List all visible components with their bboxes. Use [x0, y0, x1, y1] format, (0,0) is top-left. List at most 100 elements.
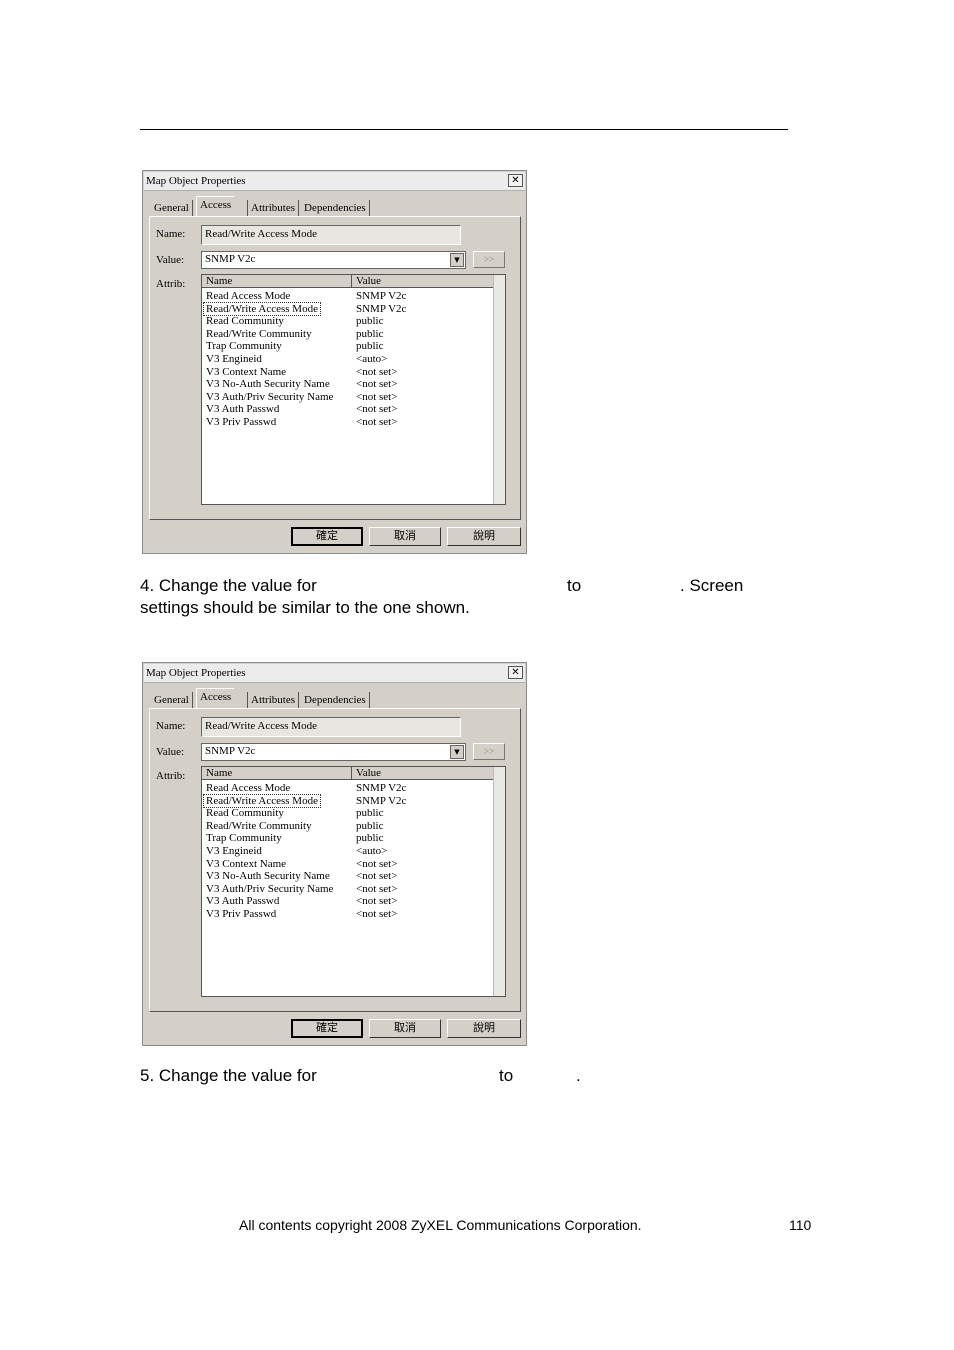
item-value: <not set>: [356, 390, 398, 403]
chevron-down-icon[interactable]: ▼: [450, 745, 464, 759]
ok-button[interactable]: 確定: [291, 527, 363, 546]
help-button[interactable]: 說明: [447, 527, 521, 546]
dialog-title: Map Object Properties: [146, 175, 246, 187]
chevron-down-icon[interactable]: ▼: [450, 253, 464, 267]
list-item[interactable]: V3 Auth/Priv Security Name <not set>: [202, 391, 493, 404]
step-4-line-2: settings should be similar to the one sh…: [140, 598, 470, 617]
item-value: public: [356, 819, 384, 832]
map-object-properties-dialog: Map Object Properties ✕ General Access A…: [142, 170, 527, 554]
page-number: 110: [789, 1217, 812, 1233]
item-value: SNMP V2c: [356, 302, 407, 315]
item-value: <auto>: [356, 352, 388, 365]
item-value: public: [356, 340, 384, 353]
attrib-label: Attrib:: [156, 278, 186, 290]
item-name: Read/Write Community: [206, 819, 312, 832]
list-item[interactable]: Read/Write Community public: [202, 820, 493, 833]
list-item[interactable]: Read Community public: [202, 807, 493, 820]
item-value: <auto>: [356, 844, 388, 857]
value-label: Value:: [156, 254, 185, 266]
column-header-value[interactable]: Value: [352, 275, 495, 288]
map-object-properties-dialog: Map Object Properties ✕ General Access A…: [142, 662, 527, 1046]
more-button[interactable]: >>: [473, 743, 505, 760]
step-4-text-a: 4. Change the value for: [140, 576, 317, 595]
attrib-label: Attrib:: [156, 770, 186, 782]
cancel-button[interactable]: 取消: [369, 1019, 441, 1038]
item-name: V3 Context Name: [206, 365, 287, 378]
step-5-text-a: 5. Change the value for: [140, 1066, 317, 1085]
item-name: V3 Engineid: [206, 352, 262, 365]
close-icon[interactable]: ✕: [508, 666, 523, 679]
item-name: Read/Write Access Mode: [203, 793, 321, 809]
close-icon[interactable]: ✕: [508, 174, 523, 187]
title-bar: Map Object Properties ✕: [144, 172, 525, 191]
tab-access[interactable]: Access: [196, 196, 235, 217]
item-name: Read Community: [206, 315, 284, 328]
item-value: <not set>: [356, 870, 398, 883]
list-item[interactable]: Read Access Mode SNMP V2c: [202, 290, 493, 303]
list-item[interactable]: Trap Community public: [202, 832, 493, 845]
attrib-list[interactable]: Name Value Read Access Mode SNMP V2c Read…: [201, 766, 506, 997]
tab-attributes[interactable]: Attributes: [247, 692, 299, 708]
item-value: <not set>: [356, 895, 398, 908]
more-button[interactable]: >>: [473, 251, 505, 268]
tab-general[interactable]: General: [151, 200, 193, 216]
column-header-name[interactable]: Name: [202, 767, 352, 780]
item-value: <not set>: [356, 378, 398, 391]
list-item[interactable]: Read Community public: [202, 315, 493, 328]
list-rows: Read Access Mode SNMP V2c Read/Write Acce…: [202, 782, 493, 921]
value-selected: SNMP V2c: [205, 745, 256, 757]
item-value: <not set>: [356, 365, 398, 378]
item-name: V3 Priv Passwd: [206, 907, 277, 920]
item-value: SNMP V2c: [356, 782, 407, 794]
item-value: public: [356, 315, 384, 328]
list-item[interactable]: V3 Context Name <not set>: [202, 366, 493, 379]
list-item[interactable]: Read Access Mode SNMP V2c: [202, 782, 493, 795]
value-select[interactable]: SNMP V2c ▼: [201, 743, 466, 761]
item-value: public: [356, 327, 384, 340]
list-item[interactable]: V3 Priv Passwd <not set>: [202, 416, 493, 429]
tab-attributes[interactable]: Attributes: [247, 200, 299, 216]
help-button[interactable]: 說明: [447, 1019, 521, 1038]
list-item[interactable]: V3 Context Name <not set>: [202, 858, 493, 871]
list-item[interactable]: V3 Engineid <auto>: [202, 845, 493, 858]
list-item[interactable]: Read/Write Community public: [202, 328, 493, 341]
list-item[interactable]: V3 Engineid <auto>: [202, 353, 493, 366]
item-name: Trap Community: [206, 832, 282, 845]
value-select[interactable]: SNMP V2c ▼: [201, 251, 466, 269]
list-item[interactable]: V3 Auth/Priv Security Name <not set>: [202, 883, 493, 896]
header-rule: [140, 129, 788, 130]
value-label: Value:: [156, 746, 185, 758]
list-item[interactable]: Trap Community public: [202, 340, 493, 353]
tab-dependencies[interactable]: Dependencies: [301, 692, 370, 708]
list-scrollbar[interactable]: [493, 767, 505, 996]
list-item[interactable]: V3 No-Auth Security Name <not set>: [202, 870, 493, 883]
column-header-name[interactable]: Name: [202, 275, 352, 288]
tab-general[interactable]: General: [151, 692, 193, 708]
column-header-value[interactable]: Value: [352, 767, 495, 780]
name-label: Name:: [156, 720, 186, 732]
item-value: <not set>: [356, 415, 398, 428]
list-item[interactable]: V3 Auth Passwd <not set>: [202, 403, 493, 416]
tab-dependencies[interactable]: Dependencies: [301, 200, 370, 216]
list-item[interactable]: Read/Write Access Mode SNMP V2c: [202, 301, 493, 317]
item-name: Read Community: [206, 807, 284, 820]
cancel-button[interactable]: 取消: [369, 527, 441, 546]
list-item[interactable]: V3 Auth Passwd <not set>: [202, 895, 493, 908]
list-item[interactable]: Read/Write Access Mode SNMP V2c: [202, 793, 493, 809]
item-name: Read/Write Access Mode: [203, 301, 321, 317]
item-name: Read Access Mode: [206, 290, 291, 302]
attrib-list[interactable]: Name Value Read Access Mode SNMP V2c Read…: [201, 274, 506, 505]
list-scrollbar[interactable]: [493, 275, 505, 504]
item-name: V3 No-Auth Security Name: [206, 378, 330, 391]
name-label: Name:: [156, 228, 186, 240]
tab-access[interactable]: Access: [196, 688, 235, 709]
ok-button[interactable]: 確定: [291, 1019, 363, 1038]
item-value: <not set>: [356, 857, 398, 870]
item-name: Read/Write Community: [206, 327, 312, 340]
list-item[interactable]: V3 No-Auth Security Name <not set>: [202, 378, 493, 391]
footer-copyright: All contents copyright 2008 ZyXEL Commun…: [239, 1217, 642, 1233]
item-name: V3 Priv Passwd: [206, 415, 277, 428]
step-5-line: 5. Change the value for to .: [140, 1065, 581, 1087]
item-name: V3 Auth/Priv Security Name: [206, 390, 334, 403]
list-item[interactable]: V3 Priv Passwd <not set>: [202, 908, 493, 921]
